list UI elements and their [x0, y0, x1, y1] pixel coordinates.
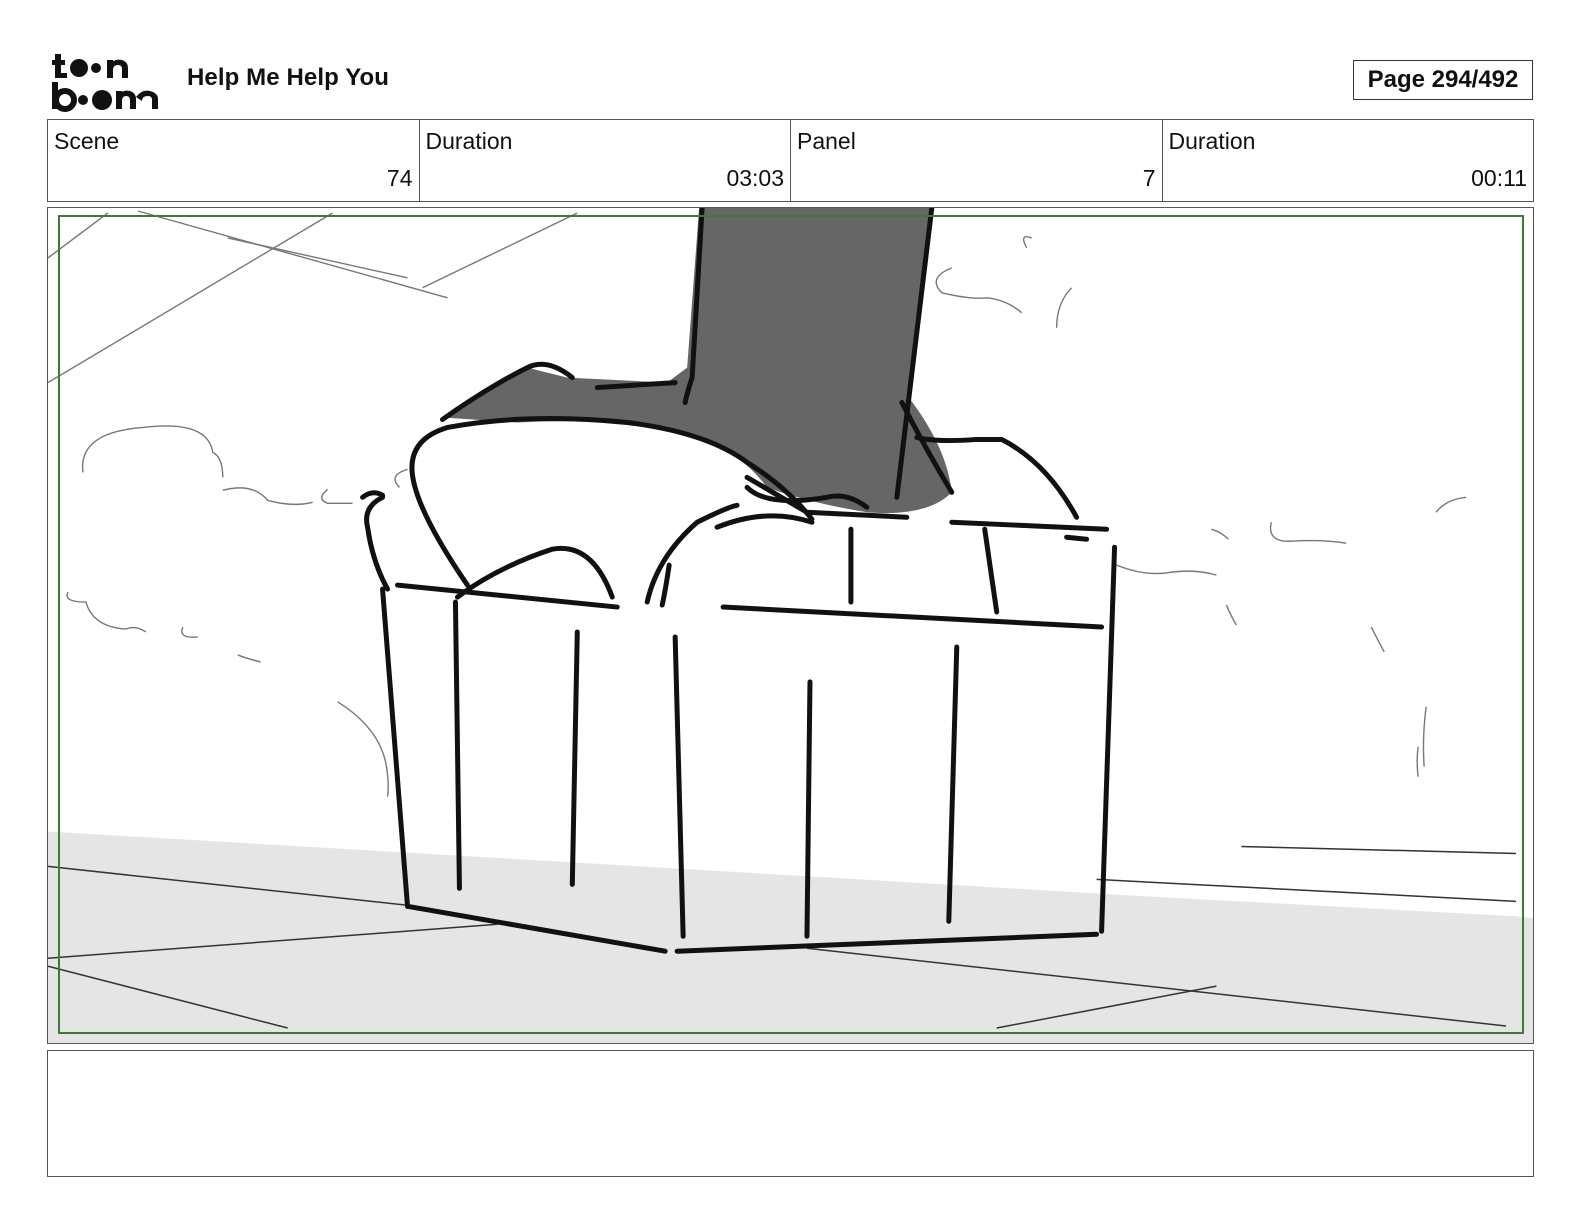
page-number: Page 294/492: [1353, 60, 1533, 100]
scene-duration-value: 03:03: [726, 165, 784, 191]
panel-duration-value: 00:11: [1471, 165, 1527, 191]
scene-value: 74: [386, 165, 413, 191]
scene-duration-cell: Duration 03:03: [420, 120, 791, 201]
toon-boom-logo: [52, 54, 158, 112]
panel-duration-cell: Duration 00:11: [1163, 120, 1534, 201]
panel-value: 7: [1142, 165, 1156, 191]
safe-area-guide: [58, 215, 1524, 1034]
panel-duration-label: Duration: [1168, 128, 1256, 154]
panel-label: Panel: [797, 128, 856, 154]
scene-cell: Scene 74: [48, 120, 420, 201]
scene-duration-label: Duration: [425, 128, 513, 154]
panel-info-row: Scene 74 Duration 03:03 Panel 7 Duration…: [47, 119, 1534, 202]
panel-notes-box: [47, 1050, 1534, 1177]
storyboard-frame: [47, 207, 1534, 1044]
panel-cell: Panel 7: [791, 120, 1163, 201]
scene-label: Scene: [54, 128, 120, 154]
project-title: Help Me Help You: [187, 64, 390, 91]
